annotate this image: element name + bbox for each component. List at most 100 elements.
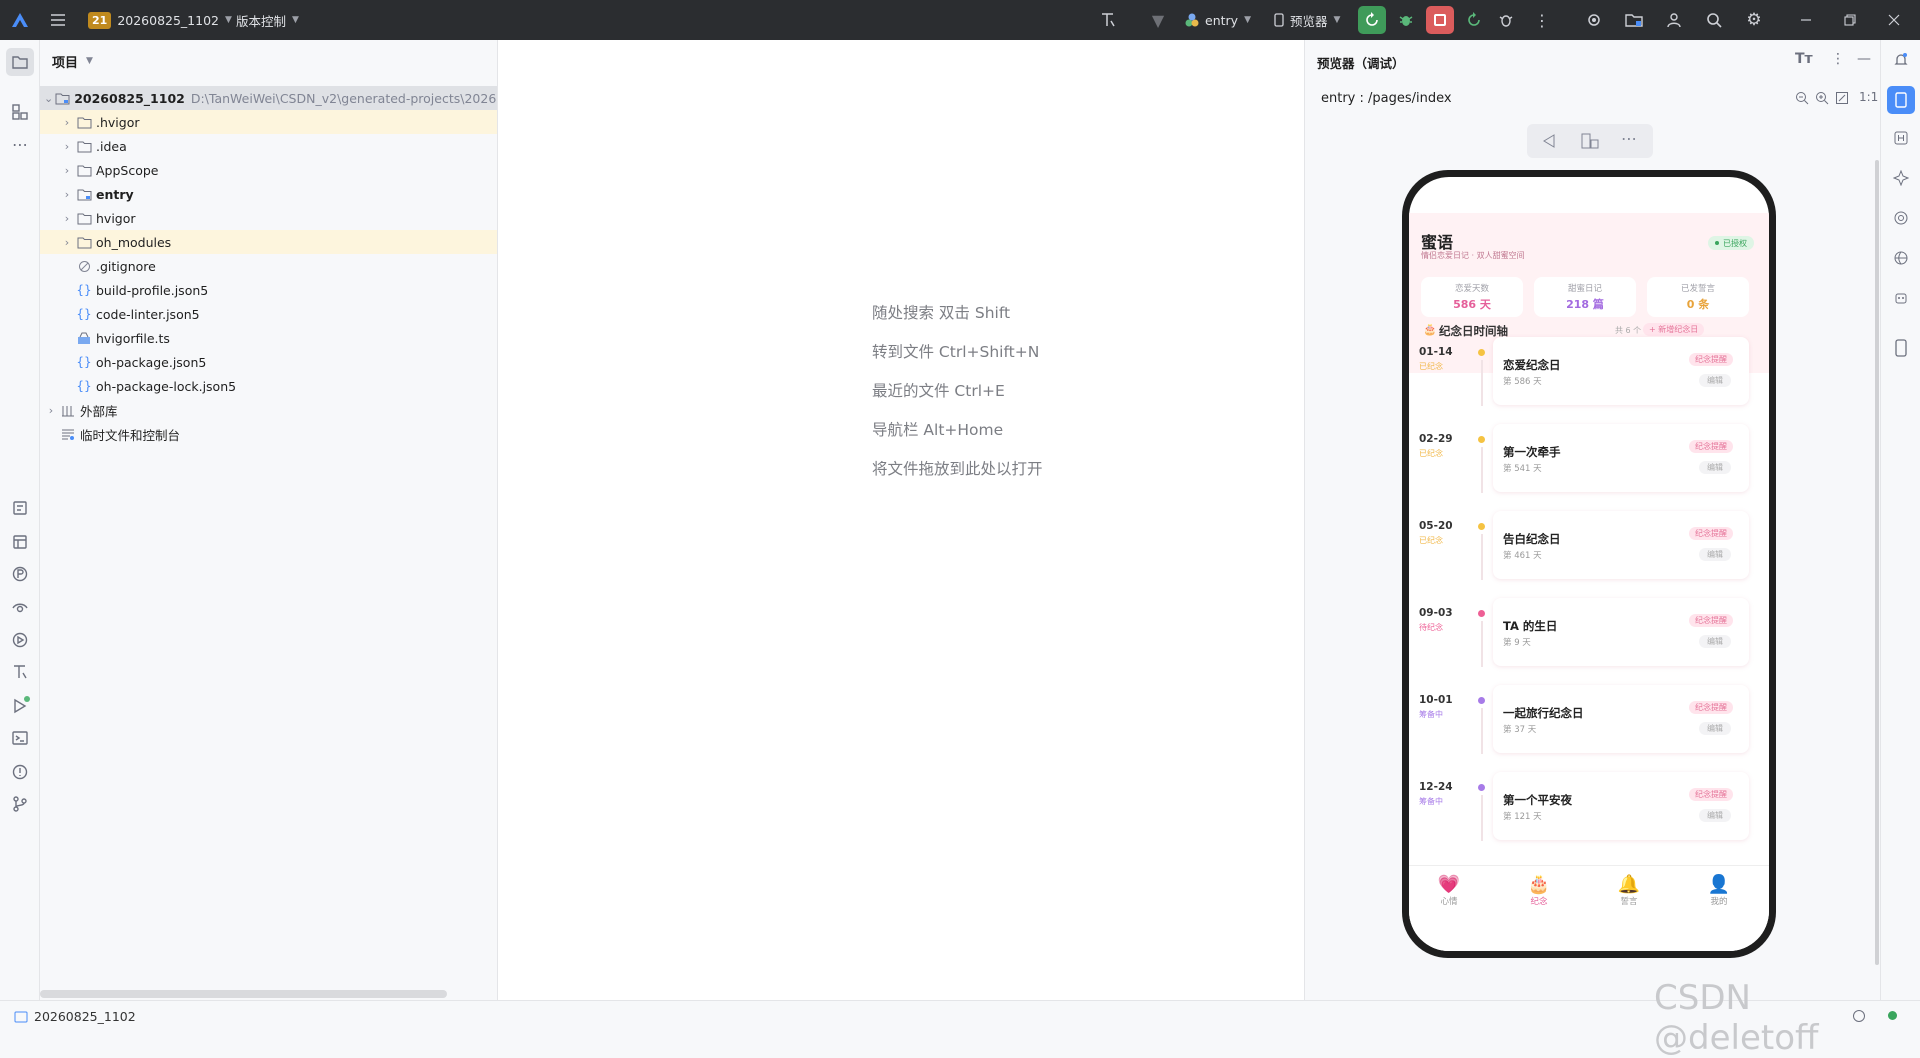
anniversary-card[interactable]: 恋爱纪念日第 586 天 纪念提醒 编辑 [1493,337,1749,405]
account-icon[interactable] [1664,10,1684,30]
zoom-out-icon[interactable] [1795,90,1809,109]
tree-item[interactable]: › .hvigor [40,110,497,134]
anniversary-card[interactable]: TA 的生日第 9 天 纪念提醒 编辑 [1493,598,1749,666]
device-manager-icon[interactable] [1584,10,1604,30]
font-size-icon[interactable]: Tт [1795,51,1813,67]
zoom-in-icon[interactable] [1815,90,1829,109]
run-tool-icon[interactable] [8,694,32,718]
git-icon[interactable] [8,792,32,816]
apply-changes-icon[interactable] [1464,10,1484,30]
status-project[interactable]: 20260825_1102 [34,1009,136,1024]
vertical-scrollbar[interactable] [1875,160,1879,965]
main-menu-icon[interactable] [48,10,68,30]
tree-item[interactable]: {} oh-package.json5 [40,350,497,374]
chevron-right-icon[interactable]: › [60,140,74,153]
tree-item[interactable]: › entry [40,182,497,206]
back-icon[interactable] [1541,133,1557,153]
tree-item[interactable]: .gitignore [40,254,497,278]
reminder-tag[interactable]: 纪念提醒 [1689,527,1733,540]
profiler-icon[interactable] [1496,10,1516,30]
problems-icon[interactable] [8,760,32,784]
vcs-menu[interactable]: 版本控制 ▼ [236,9,299,31]
tree-item[interactable]: › .idea [40,134,497,158]
tree-item[interactable]: › AppScope [40,158,497,182]
more-vertical-icon[interactable]: ⋮ [1532,10,1552,30]
stop-button[interactable] [1426,6,1454,34]
run-button[interactable] [1358,6,1386,34]
nav-tab[interactable]: 💗 心情 [1419,874,1479,907]
reminder-tag[interactable]: 纪念提醒 [1689,614,1733,627]
folder-sync-icon[interactable] [1624,10,1644,30]
anniversary-card[interactable]: 第一次牵手第 541 天 纪念提醒 编辑 [1493,424,1749,492]
search-icon[interactable] [1704,10,1724,30]
edit-button[interactable]: 编辑 [1699,461,1731,474]
chevron-right-icon[interactable]: › [44,404,58,417]
ai-assistant-icon[interactable] [1889,166,1913,190]
chevron-right-icon[interactable]: › [60,188,74,201]
gear-icon[interactable]: ⚙ [1744,10,1764,30]
debug-icon[interactable] [1396,10,1416,30]
tree-item[interactable]: {} code-linter.json5 [40,302,497,326]
nav-tab[interactable]: 🔔 誓言 [1599,874,1659,907]
tree-scratches[interactable]: 临时文件和控制台 [40,422,497,446]
anniversary-card[interactable]: 第一个平安夜第 121 天 纪念提醒 编辑 [1493,772,1749,840]
edit-button[interactable]: 编辑 [1699,809,1731,822]
globe-icon[interactable] [1889,246,1913,270]
horizontal-scrollbar[interactable] [40,990,447,998]
device-icon[interactable] [1889,336,1913,360]
more-vertical-icon[interactable]: ⋮ [1831,51,1845,67]
edit-button[interactable]: 编辑 [1699,548,1731,561]
tree-item[interactable]: › oh_modules [40,230,497,254]
minimize-panel-icon[interactable]: — [1857,51,1871,67]
tree-item[interactable]: {} build-profile.json5 [40,278,497,302]
run-config-selector[interactable]: entry ▼ [1184,9,1251,31]
notifications-icon[interactable] [1889,48,1913,72]
reminder-tag[interactable]: 纪念提醒 [1689,440,1733,453]
tree-item[interactable]: {} oh-package-lock.json5 [40,374,497,398]
circle-o-icon[interactable] [1889,206,1913,230]
chevron-right-icon[interactable]: › [60,236,74,249]
edit-button[interactable]: 编辑 [1699,635,1731,648]
edit-button[interactable]: 编辑 [1699,722,1731,735]
terminal-icon[interactable] [8,726,32,750]
tree-root[interactable]: ⌄ 20260825_1102 D:\TanWeiWei\CSDN_v2\gen… [40,86,497,110]
chevron-right-icon[interactable]: › [60,116,74,129]
profile-p-icon[interactable] [8,562,32,586]
close-icon[interactable] [1884,10,1904,30]
robot-icon[interactable] [1889,286,1913,310]
minimize-icon[interactable] [1796,10,1816,30]
hammer-icon[interactable]: ▼ [1148,10,1168,30]
edit-button[interactable]: 编辑 [1699,374,1731,387]
harmony-h-icon[interactable] [1889,126,1913,150]
tree-external-libs[interactable]: › 外部库 [40,398,497,422]
reminder-tag[interactable]: 纪念提醒 [1689,353,1733,366]
chevron-right-icon[interactable]: › [60,212,74,225]
project-tool-icon[interactable] [6,48,34,76]
fit-screen-icon[interactable] [1835,90,1849,109]
actual-size-label[interactable]: 1:1 [1859,90,1878,104]
reminder-tag[interactable]: 纪念提醒 [1689,788,1733,801]
anniversary-card[interactable]: 告白纪念日第 461 天 纪念提醒 编辑 [1493,511,1749,579]
tree-item[interactable]: › hvigor [40,206,497,230]
linter-icon[interactable] [8,660,32,684]
previewer-tool-icon[interactable] [1887,86,1915,114]
layout-icon[interactable] [8,530,32,554]
nav-tab[interactable]: 👤 我的 [1689,874,1749,907]
chevron-down-icon[interactable]: ⌄ [44,92,53,105]
rotate-device-icon[interactable] [1581,133,1599,153]
services-icon[interactable] [8,628,32,652]
inspect-eye-icon[interactable] [8,596,32,620]
reminder-tag[interactable]: 纪念提醒 [1689,701,1733,714]
more-horizontal-icon[interactable]: ⋯ [1621,129,1637,148]
tree-item[interactable]: hvigorfile.ts [40,326,497,350]
device-selector[interactable]: 预览器 ▼ [1274,9,1340,31]
todo-icon[interactable] [8,496,32,520]
app-logo-icon[interactable] [10,10,30,30]
code-linter-icon[interactable] [1098,10,1118,30]
nav-tab[interactable]: 🎂 纪念 [1509,874,1569,907]
restore-icon[interactable] [1840,10,1860,30]
more-horizontal-icon[interactable]: ⋯ [8,132,32,156]
project-switcher[interactable]: 21 20260825_1102 ▼ [88,9,232,31]
chevron-right-icon[interactable]: › [60,164,74,177]
project-panel-header[interactable]: 项目 ▼ [40,40,497,82]
